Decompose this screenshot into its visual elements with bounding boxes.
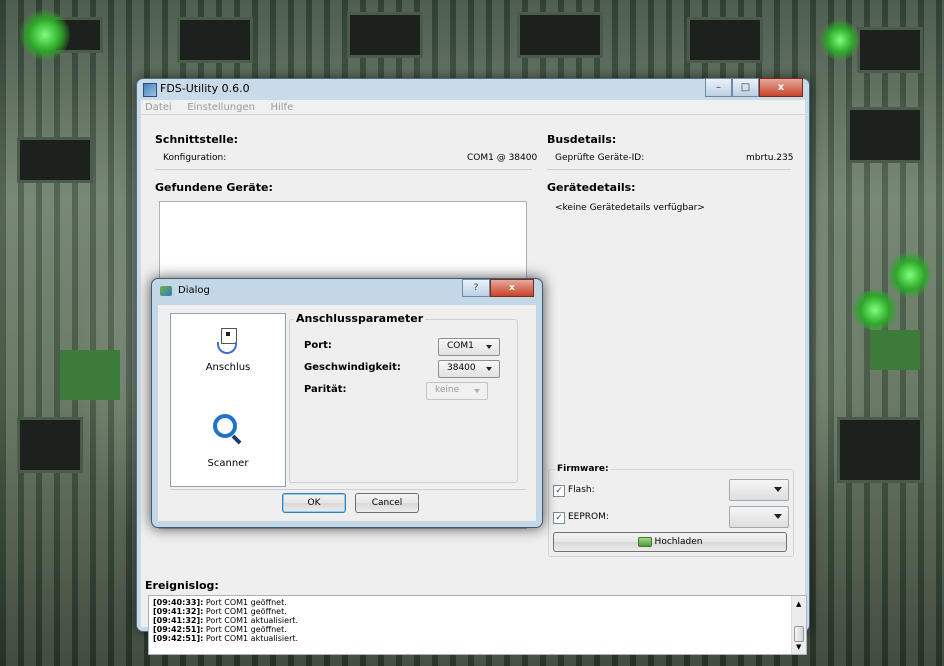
port-value: COM1 xyxy=(447,341,474,351)
busdetails-heading: Busdetails: xyxy=(547,133,617,146)
window-title: FDS-Utility 0.6.0 xyxy=(160,82,250,95)
ereignislog-heading: Ereignislog: xyxy=(145,579,219,592)
upload-button-label: Hochladen xyxy=(654,537,703,547)
page-item-scanner[interactable]: Scanner xyxy=(171,414,285,474)
geraetedetails-heading: Gerätedetails: xyxy=(547,181,636,194)
menu-einstellungen[interactable]: Einstellungen xyxy=(187,102,255,113)
divider xyxy=(547,169,791,170)
log-line: [09:40:33]: Port COM1 geöffnet. xyxy=(153,598,287,607)
geraetedetails-text: <keine Gerätedetails verfügbar> xyxy=(555,203,705,213)
anschlussparameter-group: Anschlussparameter Port: COM1 Geschwindi… xyxy=(289,312,518,483)
dialog-title: Dialog xyxy=(178,285,210,296)
minimize-button[interactable]: – xyxy=(705,78,732,97)
group-title: Anschlussparameter xyxy=(294,312,426,325)
parity-label: Parität: xyxy=(304,384,347,395)
speed-value: 38400 xyxy=(447,363,476,373)
chevron-down-icon xyxy=(774,514,782,519)
menu-hilfe[interactable]: Hilfe xyxy=(270,102,293,113)
chevron-down-icon xyxy=(486,367,492,371)
firmware-heading: Firmware: xyxy=(555,464,611,474)
flash-label: Flash: xyxy=(568,485,595,495)
dialog-icon xyxy=(160,286,172,296)
upload-icon xyxy=(637,537,652,547)
flash-checkbox[interactable]: ✓ xyxy=(553,485,565,497)
help-button[interactable]: ? xyxy=(462,279,490,297)
port-combo[interactable]: COM1 xyxy=(438,338,500,356)
log-line: [09:41:32]: Port COM1 geöffnet. xyxy=(153,607,287,616)
dialog-close-button[interactable]: x xyxy=(490,279,534,297)
geraete-id-label: Geprüfte Geräte-ID: xyxy=(555,153,645,163)
firmware-group: Firmware: ✓ Flash: ✓ EEPROM: Hochladen xyxy=(548,464,794,557)
menu-bar: Datei Einstellungen Hilfe xyxy=(141,100,805,115)
parity-value: keine xyxy=(435,385,460,395)
dialog-client: Anschlus Scanner Anschlussparameter Port… xyxy=(158,305,536,521)
eeprom-combo[interactable] xyxy=(729,506,789,528)
eeprom-checkbox[interactable]: ✓ xyxy=(553,512,565,524)
page-label-scanner: Scanner xyxy=(207,458,249,469)
parity-combo[interactable]: keine xyxy=(426,382,488,400)
app-icon xyxy=(143,83,157,97)
konfiguration-label: Konfiguration: xyxy=(163,153,227,163)
log-scrollbar[interactable]: ▲ ▼ xyxy=(791,596,806,654)
menu-datei[interactable]: Datei xyxy=(145,102,172,113)
log-line: [09:41:32]: Port COM1 aktualisiert. xyxy=(153,616,299,625)
close-button[interactable]: x xyxy=(759,78,803,97)
ok-button[interactable]: OK xyxy=(282,493,346,513)
scroll-up-icon[interactable]: ▲ xyxy=(796,600,801,608)
scrollbar-thumb[interactable] xyxy=(794,626,804,642)
page-label-anschluss: Anschlus xyxy=(205,362,251,373)
speed-combo[interactable]: 38400 xyxy=(438,360,500,378)
log-line: [09:42:51]: Port COM1 geöffnet. xyxy=(153,625,287,634)
flash-combo[interactable] xyxy=(729,479,789,501)
divider xyxy=(155,169,532,170)
settings-dialog: Dialog ? x Anschlus Scanner Anschlusspar… xyxy=(151,278,543,528)
event-log[interactable]: [09:40:33]: Port COM1 geöffnet. [09:41:3… xyxy=(148,595,807,655)
page-list: Anschlus Scanner xyxy=(170,313,286,487)
gefundene-geraete-heading: Gefundene Geräte: xyxy=(155,181,273,194)
magnifier-icon xyxy=(213,414,243,446)
maximize-button[interactable]: □ xyxy=(732,78,759,97)
page-item-anschluss[interactable]: Anschlus xyxy=(171,322,285,382)
title-bar[interactable]: FDS-Utility 0.6.0 – □ x xyxy=(137,78,809,99)
connection-icon xyxy=(215,328,241,354)
scroll-down-icon[interactable]: ▼ xyxy=(796,643,801,651)
schnittstelle-heading: Schnittstelle: xyxy=(155,133,239,146)
chevron-down-icon xyxy=(486,345,492,349)
speed-label: Geschwindigkeit: xyxy=(304,362,401,373)
chevron-down-icon xyxy=(474,389,480,393)
log-line: [09:42:51]: Port COM1 aktualisiert. xyxy=(153,634,299,643)
upload-button[interactable]: Hochladen xyxy=(553,532,787,552)
eeprom-label: EEPROM: xyxy=(568,512,609,522)
divider xyxy=(170,489,526,490)
cancel-button[interactable]: Cancel xyxy=(355,493,419,513)
konfiguration-value: COM1 @ 38400 xyxy=(467,153,538,163)
chevron-down-icon xyxy=(774,487,782,492)
geraete-id-value: mbrtu.235 xyxy=(746,153,794,163)
port-label: Port: xyxy=(304,340,332,351)
